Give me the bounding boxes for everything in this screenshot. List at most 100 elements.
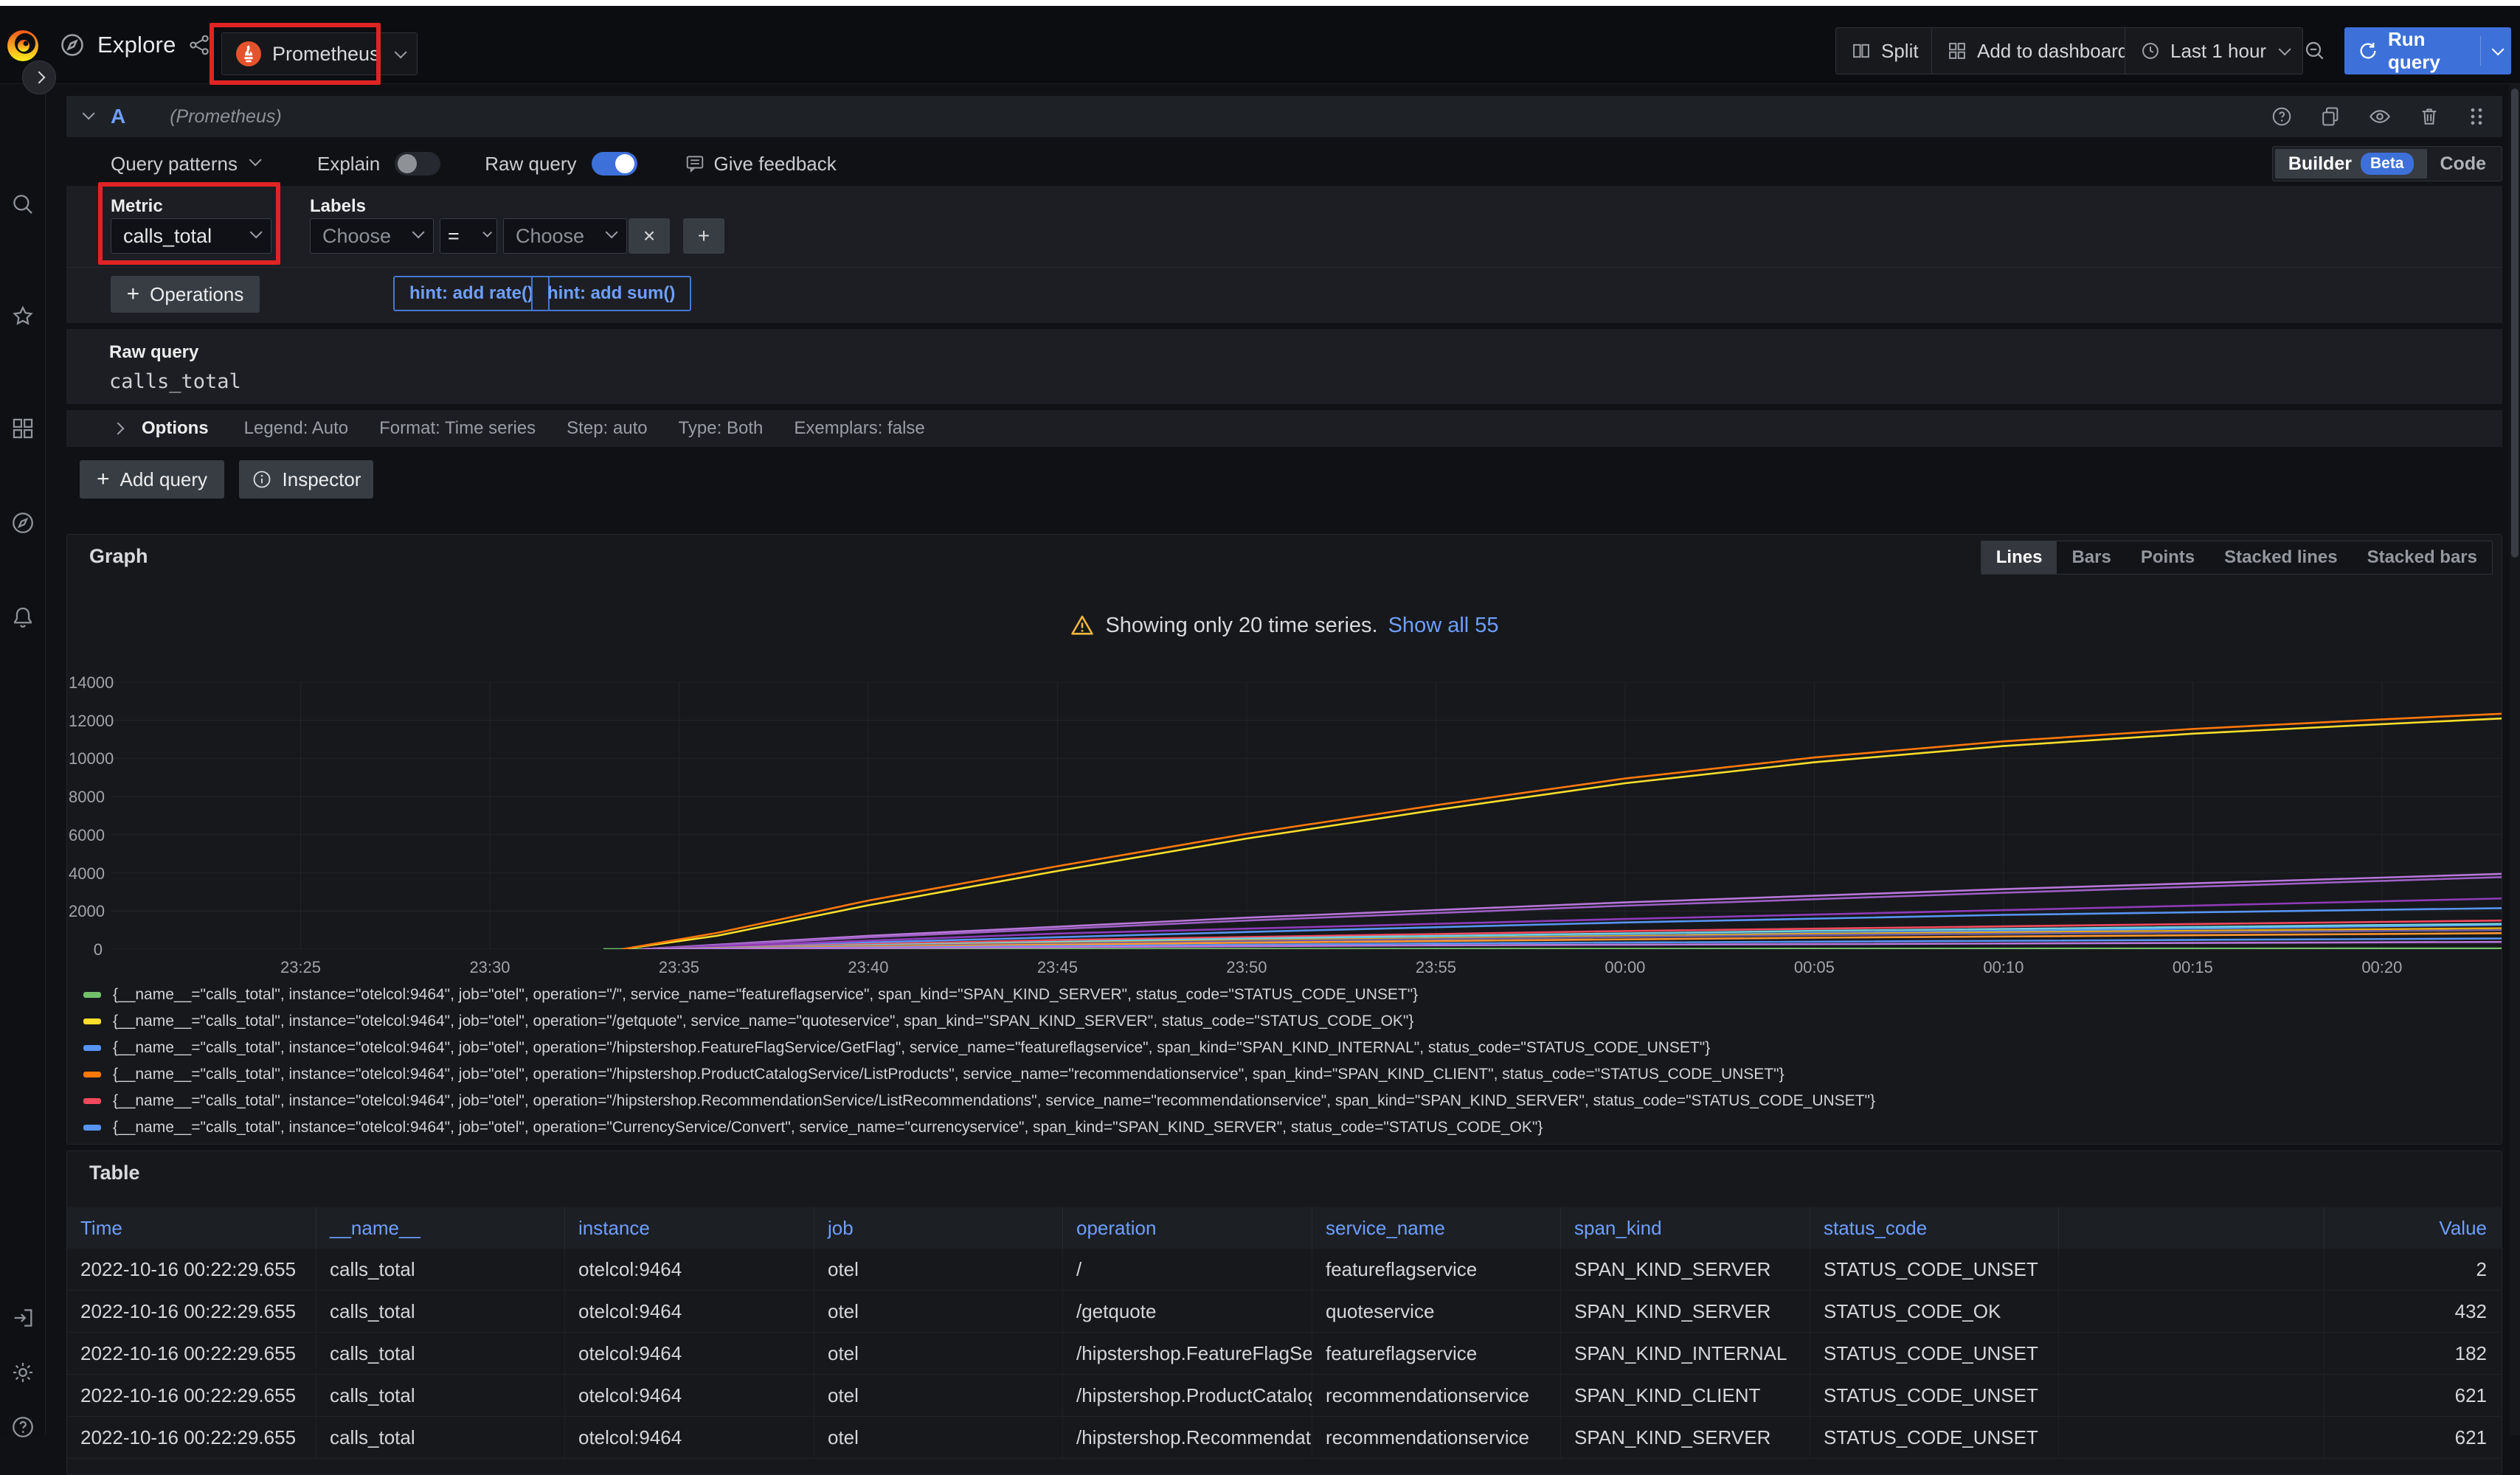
graph-mode-stacked-bars[interactable]: Stacked bars	[2353, 541, 2492, 574]
show-all-series-link[interactable]: Show all 55	[1388, 614, 1499, 638]
builder-mode-button[interactable]: Builder Beta	[2275, 149, 2427, 178]
table-cell: calls_total	[316, 1333, 565, 1374]
run-query-button[interactable]: Run query	[2344, 27, 2511, 74]
table-cell: otel	[814, 1249, 1063, 1290]
table-column-header[interactable]: Value	[2325, 1207, 2502, 1249]
table-column-header[interactable]: status_code	[1810, 1207, 2059, 1249]
search-icon[interactable]	[10, 192, 35, 217]
explore-compass-icon[interactable]	[10, 510, 35, 535]
table-column-header[interactable]: service_name	[1312, 1207, 1561, 1249]
operations-button[interactable]: + Operations	[111, 276, 260, 313]
table-column-header[interactable]: __name__	[316, 1207, 565, 1249]
table-column-header[interactable]: instance	[565, 1207, 814, 1249]
query-help-icon[interactable]	[2271, 105, 2293, 128]
query-patterns-dropdown[interactable]: Query patterns	[111, 153, 258, 176]
run-query-label: Run query	[2388, 28, 2473, 74]
table-row[interactable]: 2022-10-16 00:22:29.655calls_totalotelco…	[67, 1249, 2502, 1291]
table-row[interactable]: 2022-10-16 00:22:29.655calls_totalotelco…	[67, 1333, 2502, 1375]
table-row[interactable]: 2022-10-16 00:22:29.655calls_totalotelco…	[67, 1375, 2502, 1417]
time-range-picker[interactable]: Last 1 hour	[2125, 27, 2303, 74]
legend-item[interactable]: {__name__="calls_total", instance="otelc…	[83, 1035, 2496, 1061]
give-feedback-link[interactable]: Give feedback	[685, 153, 837, 176]
sidebar-expand-button[interactable]	[22, 60, 56, 94]
table-column-header[interactable]: job	[814, 1207, 1063, 1249]
query-row-header[interactable]: A (Prometheus)	[66, 96, 2502, 137]
apps-icon	[1947, 41, 1967, 61]
remove-label-filter-button[interactable]: ×	[629, 218, 670, 254]
code-mode-button[interactable]: Code	[2427, 149, 2500, 178]
split-button[interactable]: Split	[1835, 27, 1934, 74]
legend-item[interactable]: {__name__="calls_total", instance="otelc…	[83, 1061, 2496, 1088]
graph-mode-stacked-lines[interactable]: Stacked lines	[2209, 541, 2352, 574]
hint-add-sum-button[interactable]: hint: add sum()	[531, 276, 691, 311]
table-cell: STATUS_CODE_UNSET	[1810, 1333, 2059, 1374]
table-column-header[interactable]: span_kind	[1561, 1207, 1810, 1249]
table-cell	[2059, 1333, 2325, 1374]
explain-toggle[interactable]	[395, 152, 440, 176]
duplicate-query-icon[interactable]	[2319, 105, 2341, 128]
raw-query-toggle[interactable]	[592, 152, 637, 176]
time-range-label: Last 1 hour	[2170, 40, 2266, 63]
legend-item[interactable]: {__name__="calls_total", instance="otelc…	[83, 1008, 2496, 1035]
sign-in-icon[interactable]	[10, 1305, 35, 1330]
time-zoom-out-button[interactable]	[2296, 27, 2334, 74]
legend-swatch	[83, 1045, 101, 1051]
legend-label: {__name__="calls_total", instance="otelc…	[113, 1066, 1785, 1083]
option-summary-item: Step: auto	[567, 418, 647, 439]
share-icon[interactable]	[188, 34, 210, 56]
table-column-header[interactable]: operation	[1063, 1207, 1312, 1249]
legend-item[interactable]: {__name__="calls_total", instance="otelc…	[83, 1141, 2496, 1145]
hint-add-rate-button[interactable]: hint: add rate()	[393, 276, 550, 311]
datasource-picker[interactable]: Prometheus	[221, 32, 418, 75]
dashboards-icon[interactable]	[10, 416, 35, 441]
table-cell	[2059, 1417, 2325, 1458]
starred-icon[interactable]	[10, 304, 35, 329]
table-cell: 2022-10-16 00:22:29.655	[67, 1291, 316, 1332]
table-cell: otelcol:9464	[565, 1375, 814, 1416]
chevron-right-icon	[112, 423, 125, 435]
label-operator-select[interactable]: =	[440, 218, 497, 254]
y-tick-label: 2000	[69, 902, 103, 921]
table-cell: 621	[2325, 1375, 2502, 1416]
add-to-dashboard-button[interactable]: Add to dashboard	[1931, 27, 2144, 74]
query-options-row[interactable]: Options Legend: AutoFormat: Time seriesS…	[66, 410, 2502, 447]
chevron-down-icon	[394, 46, 406, 58]
table-cell: calls_total	[316, 1249, 565, 1290]
label-key-select[interactable]: Choose	[310, 218, 434, 254]
collapse-chevron-icon[interactable]	[83, 107, 95, 119]
y-tick-label: 8000	[69, 788, 103, 807]
label-value-select[interactable]: Choose	[503, 218, 627, 254]
drag-handle-icon[interactable]	[2467, 105, 2486, 128]
legend-item[interactable]: {__name__="calls_total", instance="otelc…	[83, 982, 2496, 1008]
add-query-button[interactable]: + Add query	[80, 460, 224, 499]
hide-query-eye-icon[interactable]	[2368, 105, 2392, 128]
time-series-plot[interactable]	[111, 682, 2502, 949]
scrollbar-thumb[interactable]	[2511, 88, 2519, 558]
remove-query-trash-icon[interactable]	[2418, 105, 2440, 128]
compass-icon	[59, 32, 86, 58]
graph-mode-points[interactable]: Points	[2126, 541, 2209, 574]
x-tick-label: 00:05	[1770, 958, 1858, 977]
add-label-filter-button[interactable]: +	[683, 218, 724, 254]
metric-label: Metric	[111, 196, 163, 217]
legend-swatch	[83, 1125, 101, 1131]
raw-query-expression: calls_total	[109, 370, 241, 393]
table-row[interactable]: 2022-10-16 00:22:29.655calls_totalotelco…	[67, 1417, 2502, 1459]
table-row[interactable]: 2022-10-16 00:22:29.655calls_totalotelco…	[67, 1291, 2502, 1333]
table-cell: calls_total	[316, 1291, 565, 1332]
help-icon[interactable]	[10, 1415, 35, 1440]
alerting-bell-icon[interactable]	[10, 605, 35, 630]
table-column-header[interactable]: Time	[67, 1207, 316, 1249]
table-column-header[interactable]	[2059, 1207, 2325, 1249]
search-minus-icon	[2303, 39, 2327, 63]
warning-text: Showing only 20 time series.	[1105, 614, 1377, 638]
metric-select[interactable]: calls_total	[111, 218, 271, 254]
table-cell	[2059, 1249, 2325, 1290]
legend-item[interactable]: {__name__="calls_total", instance="otelc…	[83, 1088, 2496, 1114]
table-cell: SPAN_KIND_SERVER	[1561, 1417, 1810, 1458]
inspector-button[interactable]: Inspector	[239, 460, 373, 499]
graph-mode-lines[interactable]: Lines	[1981, 541, 2057, 574]
graph-mode-bars[interactable]: Bars	[2057, 541, 2125, 574]
legend-item[interactable]: {__name__="calls_total", instance="otelc…	[83, 1114, 2496, 1141]
settings-gear-icon[interactable]	[10, 1360, 35, 1385]
